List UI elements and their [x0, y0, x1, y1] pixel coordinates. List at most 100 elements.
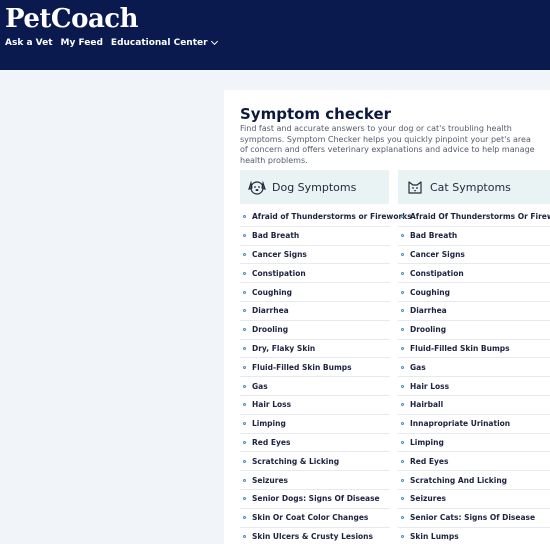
bullet-icon	[401, 309, 404, 313]
bullet-icon	[401, 422, 404, 426]
dog-symptom-label: Hair Loss	[252, 400, 292, 410]
bullet-icon	[401, 403, 404, 407]
bullet-icon	[243, 516, 246, 520]
cat-symptom-item[interactable]: Hair Loss	[398, 377, 550, 396]
dog-symptom-item[interactable]: Gas	[240, 377, 390, 396]
cat-symptom-label: Coughing	[410, 287, 450, 297]
dog-symptom-item[interactable]: Fluid-Filled Skin Bumps	[240, 358, 390, 378]
cat-symptom-label: Afraid Of Thunderstorms Or Fireworks	[410, 212, 550, 222]
dog-symptom-item[interactable]: Hair Loss	[240, 396, 390, 415]
dog-symptom-item[interactable]: Skin Ulcers & Crusty Lesions	[240, 528, 390, 544]
cat-symptom-label: Senior Cats: Signs Of Disease	[410, 513, 536, 523]
dog-symptom-label: Bad Breath	[252, 231, 300, 241]
cat-symptoms-heading: Cat Symptoms	[430, 180, 511, 194]
bullet-icon	[401, 497, 404, 501]
cat-symptom-label: Seizures	[410, 494, 447, 504]
dog-symptom-item[interactable]: Dry, Flaky Skin	[240, 340, 390, 359]
dog-symptom-label: Seizures	[252, 475, 289, 485]
cat-symptom-label: Constipation	[410, 268, 464, 278]
cat-symptom-item[interactable]: Hairball	[398, 396, 550, 415]
cat-face-icon	[408, 181, 422, 194]
bullet-icon	[401, 271, 404, 275]
page-title: Symptom checker	[240, 105, 392, 123]
dog-symptom-item[interactable]: Senior Dogs: Signs Of Disease	[240, 490, 390, 509]
dog-symptoms-header[interactable]: Dog Symptoms	[240, 170, 389, 204]
nav-ask-a-vet-label: Ask a Vet	[5, 38, 53, 48]
bullet-icon	[401, 328, 404, 332]
dog-symptom-label: Cancer Signs	[252, 249, 307, 259]
cat-symptom-label: Drooling	[410, 325, 447, 335]
cat-symptom-item[interactable]: Afraid Of Thunderstorms Or Fireworks	[398, 208, 550, 227]
symptom-checker-panel: Symptom checker Find fast and accurate a…	[224, 90, 550, 544]
cat-symptom-item[interactable]: Innapropriate Urination	[398, 415, 550, 434]
nav-ask-a-vet[interactable]: Ask a Vet	[5, 38, 53, 48]
cat-symptom-item[interactable]: Gas	[398, 358, 550, 378]
dog-symptom-label: Fluid-Filled Skin Bumps	[252, 362, 352, 372]
cat-symptom-label: Innapropriate Urination	[410, 419, 511, 429]
cat-symptom-item[interactable]: Drooling	[398, 321, 550, 340]
cat-symptom-item[interactable]: Scratching And Licking	[398, 471, 550, 490]
cat-symptom-item[interactable]: Skin Lumps	[398, 528, 550, 544]
chevron-down-icon	[210, 37, 218, 46]
cat-symptom-item[interactable]: Cancer Signs	[398, 246, 550, 265]
bullet-icon	[243, 309, 246, 313]
bullet-icon	[243, 328, 246, 332]
site-header: PetCoach Ask a Vet My Feed Educational C…	[0, 0, 550, 70]
dog-symptoms-heading: Dog Symptoms	[272, 180, 357, 194]
petcoach-logo[interactable]: PetCoach	[5, 4, 139, 34]
cat-symptom-item[interactable]: Constipation	[398, 264, 550, 284]
cat-symptom-item[interactable]: Diarrhea	[398, 302, 550, 321]
dog-symptom-label: Afraid of Thunderstorms or Fireworks	[252, 212, 412, 222]
dog-symptom-item[interactable]: Afraid of Thunderstorms or Fireworks	[240, 208, 412, 227]
dog-symptom-item[interactable]: Scratching & Licking	[240, 452, 390, 472]
dog-symptom-label: Limping	[252, 419, 286, 429]
cat-symptom-label: Gas	[410, 362, 426, 372]
dog-symptom-item[interactable]: Red Eyes	[240, 434, 390, 453]
dog-symptom-label: Constipation	[252, 268, 306, 278]
bullet-icon	[401, 252, 404, 256]
cat-symptom-label: Red Eyes	[410, 456, 449, 466]
bullet-icon	[401, 234, 404, 238]
dog-symptom-item[interactable]: Drooling	[240, 321, 390, 340]
dog-face-icon	[248, 180, 266, 195]
cat-symptom-item[interactable]: Senior Cats: Signs Of Disease	[398, 509, 550, 528]
cat-symptom-item[interactable]: Red Eyes	[398, 452, 550, 472]
bullet-icon	[401, 459, 404, 463]
cat-symptom-label: Limping	[410, 437, 444, 447]
bullet-icon	[243, 271, 246, 275]
cat-symptom-label: Diarrhea	[410, 306, 447, 316]
dog-symptom-label: Senior Dogs: Signs Of Disease	[252, 494, 380, 504]
dog-symptom-item[interactable]: Skin Or Coat Color Changes	[240, 509, 390, 528]
dog-symptom-item[interactable]: Seizures	[240, 471, 390, 490]
dog-symptom-item[interactable]: Coughing	[240, 283, 390, 302]
dog-symptom-label: Gas	[252, 381, 268, 391]
dog-symptom-label: Coughing	[252, 287, 292, 297]
nav-my-feed[interactable]: My Feed	[61, 38, 103, 48]
cat-symptom-label: Fluid-Filled Skin Bumps	[410, 343, 510, 353]
dog-symptom-item[interactable]: Limping	[240, 415, 390, 434]
bullet-icon	[243, 234, 246, 238]
bullet-icon	[243, 346, 246, 350]
dog-symptom-label: Skin Or Coat Color Changes	[252, 513, 369, 523]
dog-symptom-item[interactable]: Constipation	[240, 264, 390, 284]
bullet-icon	[243, 215, 246, 219]
bullet-icon	[243, 534, 246, 538]
dog-symptom-item[interactable]: Bad Breath	[240, 227, 390, 246]
cat-symptom-item[interactable]: Limping	[398, 434, 550, 453]
nav-educational-center[interactable]: Educational Center	[111, 37, 218, 48]
bullet-icon	[401, 346, 404, 350]
cat-symptoms-header[interactable]: Cat Symptoms	[398, 170, 550, 204]
cat-symptom-label: Skin Lumps	[410, 531, 459, 541]
cat-symptom-list: Afraid Of Thunderstorms Or Fireworks Bad …	[398, 208, 550, 544]
dog-symptom-item[interactable]: Diarrhea	[240, 302, 390, 321]
cat-symptom-label: Bad Breath	[410, 231, 458, 241]
bullet-icon	[401, 365, 404, 369]
bullet-icon	[243, 290, 246, 294]
cat-symptom-label: Hair Loss	[410, 381, 450, 391]
dog-symptom-item[interactable]: Cancer Signs	[240, 246, 390, 265]
cat-symptom-item[interactable]: Fluid-Filled Skin Bumps	[398, 340, 550, 359]
bullet-icon	[243, 422, 246, 426]
cat-symptom-item[interactable]: Seizures	[398, 490, 550, 509]
cat-symptom-item[interactable]: Bad Breath	[398, 227, 550, 246]
cat-symptom-item[interactable]: Coughing	[398, 283, 550, 302]
